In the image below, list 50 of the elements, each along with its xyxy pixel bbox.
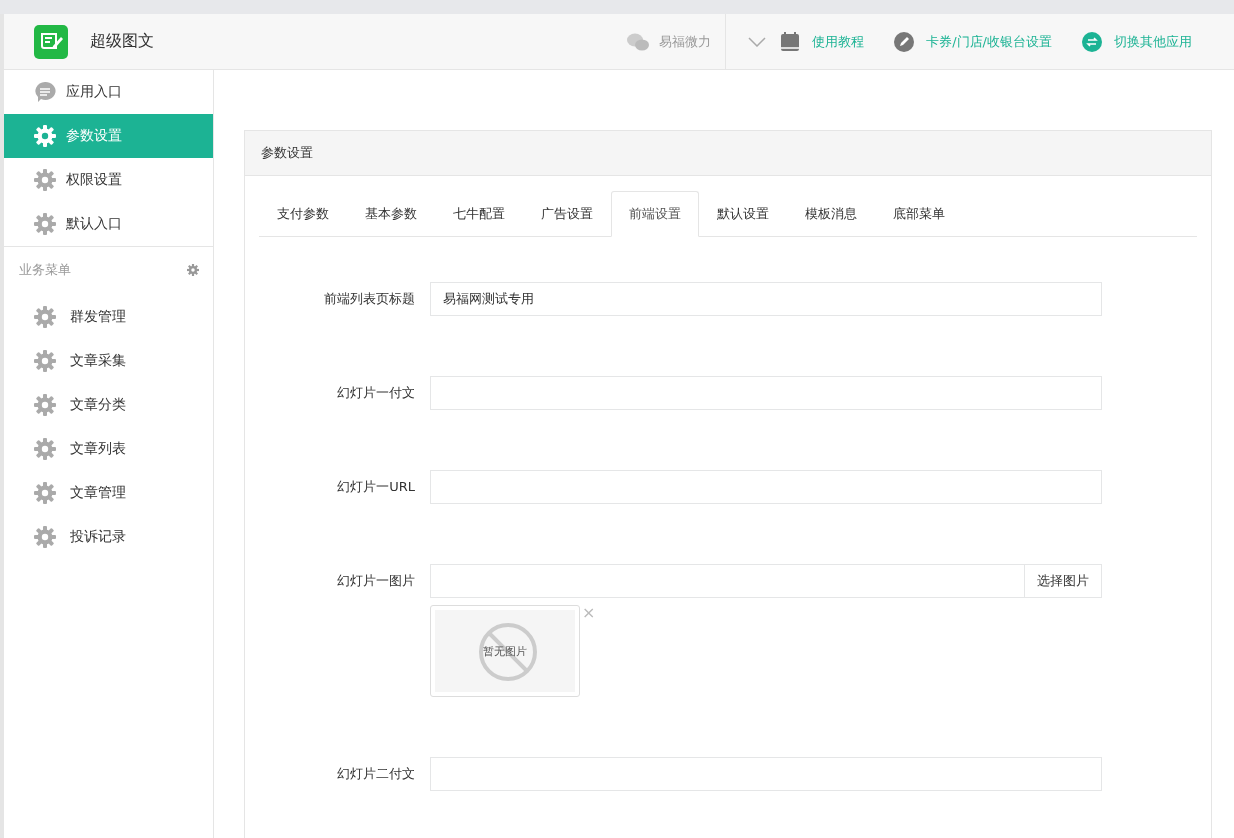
input-field[interactable]	[430, 564, 1025, 598]
sidebar-item[interactable]: 文章列表	[4, 427, 213, 471]
tab[interactable]: 模板消息	[787, 191, 875, 237]
sidebar-item[interactable]: 权限设置	[4, 158, 213, 202]
no-image-text: 暂无图片	[483, 643, 527, 659]
tab[interactable]: 默认设置	[699, 191, 787, 237]
panel-title: 参数设置	[261, 145, 313, 160]
tab[interactable]: 基本参数	[347, 191, 435, 237]
gear-icon	[34, 482, 56, 504]
calendar-icon	[780, 31, 801, 52]
gear-icon	[34, 526, 56, 548]
field-label: 幻灯片一图片	[336, 572, 416, 590]
field-label: 幻灯片一URL	[336, 478, 416, 496]
tab[interactable]: 广告设置	[523, 191, 611, 237]
gear-icon	[34, 438, 56, 460]
sidebar-item[interactable]: 默认入口	[4, 202, 213, 246]
app-title: 超级图文	[90, 31, 154, 52]
settings-icon[interactable]	[187, 264, 199, 276]
field-label: 幻灯片一付文	[336, 384, 416, 402]
sidebar-item[interactable]: 文章管理	[4, 471, 213, 515]
sidebar-item[interactable]: 文章分类	[4, 383, 213, 427]
sidebar-item[interactable]: 群发管理	[4, 295, 213, 339]
field-label: 前端列表页标题	[323, 290, 416, 308]
chevron-down-icon[interactable]	[748, 36, 767, 47]
gear-icon	[34, 350, 56, 372]
gear-icon	[34, 394, 56, 416]
sidebar-item[interactable]: 应用入口	[4, 70, 213, 114]
input-field[interactable]	[430, 470, 1102, 504]
input-field[interactable]	[430, 376, 1102, 410]
logo-icon	[34, 24, 68, 59]
chat-bubbles-icon	[627, 32, 650, 51]
tab[interactable]: 前端设置	[611, 191, 699, 237]
tab[interactable]: 底部菜单	[875, 191, 963, 237]
gear-icon	[34, 169, 56, 191]
tab[interactable]: 七牛配置	[435, 191, 523, 237]
swap-icon	[1082, 31, 1102, 52]
sidebar-item[interactable]: 投诉记录	[4, 515, 213, 559]
gear-icon	[34, 306, 56, 328]
prohibited-icon	[478, 622, 538, 682]
gear-icon	[34, 213, 56, 235]
gear-icon	[34, 125, 56, 147]
input-field[interactable]	[430, 757, 1102, 791]
tab[interactable]: 支付参数	[259, 191, 347, 237]
section-title: 业务菜单	[19, 261, 71, 279]
pencil-icon	[894, 31, 915, 52]
field-label: 幻灯片二付文	[336, 765, 416, 783]
choose-image-button[interactable]: 选择图片	[1025, 564, 1102, 598]
sidebar-item[interactable]: 文章采集	[4, 339, 213, 383]
input-field[interactable]: 易福网测试专用	[430, 282, 1102, 316]
chat-icon	[34, 81, 56, 103]
